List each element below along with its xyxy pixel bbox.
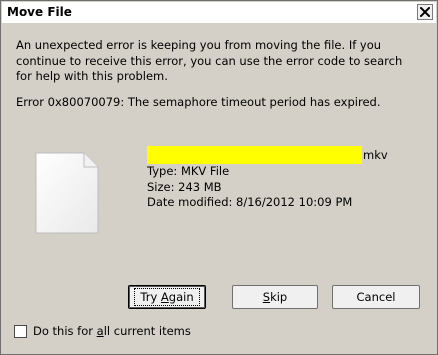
cancel-label: Cancel: [356, 290, 396, 304]
file-details: mkv Type: MKV File Size: 243 MB Date mod…: [147, 146, 388, 211]
try-again-button[interactable]: Try Again: [128, 285, 206, 309]
error-code-line: Error 0x80070079: The semaphore timeout …: [16, 95, 381, 109]
apply-to-all-checkbox[interactable]: [14, 324, 27, 338]
file-name-row: mkv: [147, 146, 388, 164]
title-bar[interactable]: Move File: [2, 2, 436, 24]
skip-label: Skip: [262, 290, 288, 304]
move-file-dialog: Move File An unexpected error is keeping…: [0, 0, 438, 355]
try-again-label: Try Again: [134, 288, 200, 306]
file-date-modified: Date modified: 8/16/2012 10:09 PM: [147, 195, 353, 209]
close-icon: [420, 7, 430, 17]
file-type: Type: MKV File: [147, 164, 230, 178]
apply-to-all-label[interactable]: Do this for all current items: [33, 324, 191, 338]
file-size: Size: 243 MB: [147, 179, 222, 194]
skip-button[interactable]: Skip: [232, 285, 318, 309]
redacted-file-name: [147, 146, 362, 164]
dialog-title: Move File: [7, 5, 72, 19]
close-button[interactable]: [417, 4, 433, 20]
apply-to-all-row: Do this for all current items: [14, 324, 191, 338]
cancel-button[interactable]: Cancel: [332, 285, 420, 309]
file-icon: [34, 151, 100, 238]
error-message: An unexpected error is keeping you from …: [16, 38, 403, 83]
file-name-suffix: mkv: [363, 148, 388, 162]
